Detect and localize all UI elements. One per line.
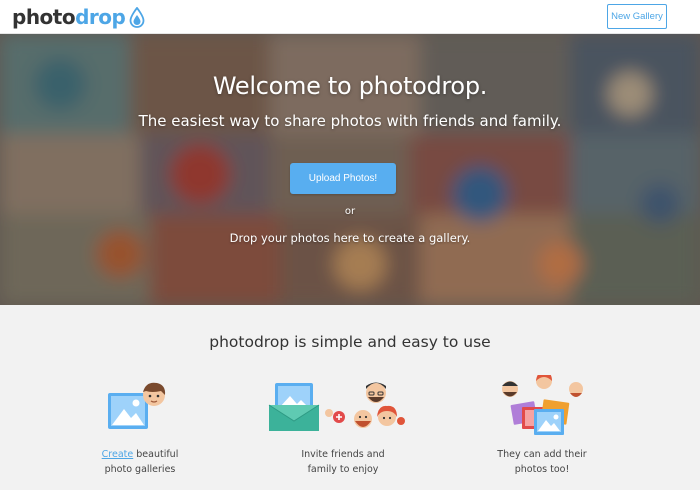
water-drop-icon	[129, 6, 145, 28]
drop-instructions: Drop your photos here to create a galler…	[229, 231, 471, 245]
top-bar: photodrop New Gallery	[0, 0, 700, 34]
upload-photos-button[interactable]: Upload Photos!	[290, 163, 396, 194]
feature-invite-line2: family to enjoy	[307, 464, 379, 475]
features-title: photodrop is simple and easy to use	[209, 333, 491, 351]
hero-title: Welcome to photodrop.	[212, 72, 488, 100]
people-add-photos-icon	[502, 375, 583, 435]
create-link[interactable]: Create	[102, 449, 134, 460]
hero-subtitle: The easiest way to share photos with fri…	[138, 112, 562, 130]
feature-invite: Invite friends and family to enjoy	[263, 375, 423, 477]
hero-dropzone[interactable]: Welcome to photodrop. The easiest way to…	[0, 34, 700, 305]
logo-text: photodrop	[12, 5, 126, 29]
feature-create-text: Create beautiful photo galleries	[60, 447, 220, 477]
photo-gallery-person-icon	[108, 382, 166, 429]
invite-envelope-people-icon	[268, 382, 405, 431]
feature-invite-text: Invite friends and family to enjoy	[263, 447, 423, 477]
feature-collaborate-line1: They can add their	[497, 449, 587, 460]
feature-collaborate-line2: photos too!	[514, 464, 570, 475]
feature-invite-line1: Invite friends and	[301, 449, 385, 460]
features-section: photodrop is simple and easy to use Crea…	[0, 305, 700, 490]
feature-create-line1: beautiful	[133, 449, 179, 460]
feature-create-line2: photo galleries	[104, 464, 176, 475]
logo-text-photo: photo	[12, 5, 76, 29]
hero-content: Welcome to photodrop. The easiest way to…	[0, 34, 700, 305]
or-separator: or	[344, 206, 356, 217]
feature-collaborate: They can add their photos too!	[462, 375, 622, 477]
feature-create: Create beautiful photo galleries	[60, 375, 220, 477]
feature-collaborate-text: They can add their photos too!	[462, 447, 622, 477]
logo[interactable]: photodrop	[12, 5, 145, 29]
logo-text-drop: drop	[75, 5, 126, 29]
new-gallery-button[interactable]: New Gallery	[607, 4, 667, 29]
